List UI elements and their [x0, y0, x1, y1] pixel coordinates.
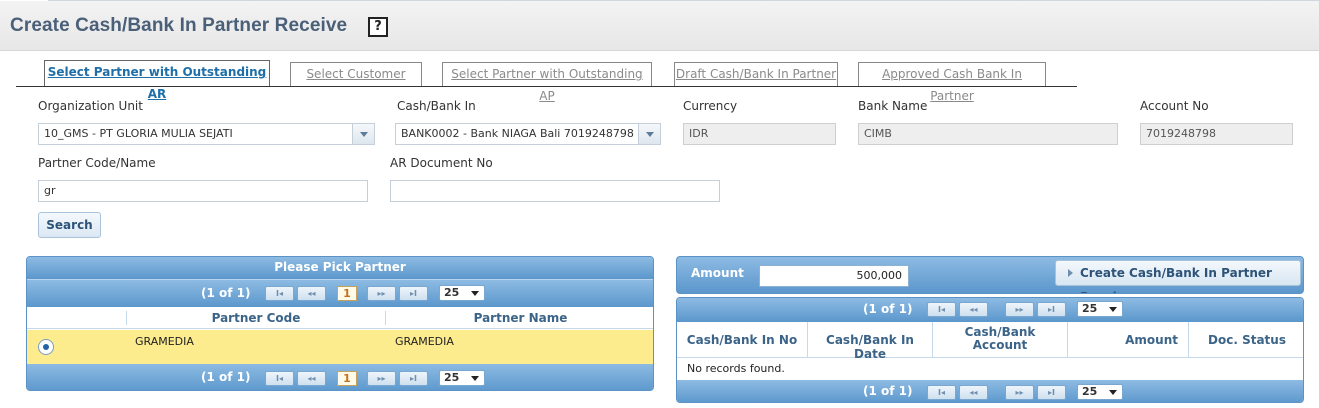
ar-doc-label: AR Document No	[390, 156, 493, 170]
search-button[interactable]: Search	[38, 212, 101, 238]
amount-input[interactable]: 500,000	[759, 265, 909, 287]
chevron-down-icon[interactable]	[638, 124, 660, 144]
next-page-icon[interactable]: ▸▸	[1005, 302, 1034, 317]
first-page-icon[interactable]: I◂	[927, 302, 956, 317]
page-number[interactable]: 1	[337, 371, 357, 386]
partner-pager-top: (1 of 1) I◂ ◂◂ 1 ▸▸ ▸I 25	[27, 279, 653, 307]
last-page-icon[interactable]: ▸I	[1037, 302, 1066, 317]
create-receive-button[interactable]: Create Cash/Bank In Partner Receive	[1055, 260, 1301, 293]
create-receive-label: Create Cash/Bank In Partner Receive	[1080, 266, 1272, 293]
prev-page-icon[interactable]: ◂◂	[297, 371, 326, 386]
column-cash-bank-account[interactable]: Cash/Bank Account	[932, 322, 1067, 358]
page-title: Create Cash/Bank In Partner Receive	[10, 15, 348, 36]
column-partner-code[interactable]: Partner Code	[126, 311, 385, 325]
last-page-icon[interactable]: ▸I	[399, 286, 428, 301]
partner-label: Partner Code/Name	[38, 156, 156, 170]
column-cash-bank-date[interactable]: Cash/Bank In Date	[807, 322, 932, 361]
account-no-field: 7019248798	[1140, 123, 1293, 145]
column-cash-bank-no[interactable]: Cash/Bank In No	[677, 333, 807, 347]
column-amount[interactable]: Amount	[1067, 322, 1188, 358]
tab-approved-cash-bank[interactable]: Approved Cash Bank In Partner	[858, 62, 1046, 103]
per-page-select[interactable]: 25	[1077, 384, 1123, 400]
page-number[interactable]: 1	[337, 286, 357, 301]
org-unit-value: 10_GMS - PT GLORIA MULIA SEJATI	[44, 127, 233, 140]
per-page-select[interactable]: 25	[439, 370, 485, 386]
partner-input[interactable]: gr	[38, 180, 368, 202]
pager-info: (1 of 1)	[201, 370, 251, 384]
partner-table-header: Partner Code Partner Name	[27, 307, 653, 329]
chevron-down-icon[interactable]	[352, 124, 374, 144]
prev-page-icon[interactable]: ◂◂	[959, 385, 988, 400]
partner-panel-header: Please Pick Partner	[27, 257, 653, 279]
first-page-icon[interactable]: I◂	[927, 385, 956, 400]
next-page-icon[interactable]: ▸▸	[367, 371, 396, 386]
per-page-select[interactable]: 25	[1077, 301, 1123, 317]
last-page-icon[interactable]: ▸I	[399, 371, 428, 386]
tab-draft-cash-bank[interactable]: Draft Cash/Bank In Partner	[674, 62, 838, 86]
partner-name-cell: GRAMEDIA	[395, 335, 454, 348]
ar-doc-input[interactable]	[390, 180, 720, 202]
cash-bank-combo[interactable]: BANK0002 - Bank NIAGA Bali 7019248798	[395, 123, 661, 145]
first-page-icon[interactable]: I◂	[265, 371, 294, 386]
cash-bank-label: Cash/Bank In	[397, 99, 476, 113]
cash-bank-value: BANK0002 - Bank NIAGA Bali 7019248798	[401, 127, 634, 140]
next-page-icon[interactable]: ▸▸	[1005, 385, 1034, 400]
next-page-icon[interactable]: ▸▸	[367, 286, 396, 301]
per-page-select[interactable]: 25	[439, 285, 485, 301]
receive-panel: (1 of 1) I◂ ◂◂ ▸▸ ▸I 25 Cash/Bank In No …	[676, 297, 1304, 403]
partner-panel: Please Pick Partner (1 of 1) I◂ ◂◂ 1 ▸▸ …	[26, 256, 654, 391]
pager-info: (1 of 1)	[863, 302, 913, 316]
currency-field: IDR	[683, 123, 836, 145]
tab-select-partner-ar[interactable]: Select Partner with Outstanding AR	[44, 60, 270, 101]
bank-name-field: CIMB	[858, 123, 1118, 145]
receive-table-header: Cash/Bank In No Cash/Bank In Date Cash/B…	[677, 322, 1303, 361]
last-page-icon[interactable]: ▸I	[1037, 385, 1066, 400]
prev-page-icon[interactable]: ◂◂	[959, 302, 988, 317]
row-radio[interactable]	[38, 339, 54, 355]
receive-pager-top: (1 of 1) I◂ ◂◂ ▸▸ ▸I 25	[677, 298, 1303, 322]
help-icon[interactable]: ?	[368, 17, 388, 37]
partner-panel-title: Please Pick Partner	[274, 260, 406, 274]
tab-select-customer[interactable]: Select Customer	[290, 62, 422, 86]
table-row[interactable]: GRAMEDIA GRAMEDIA	[27, 330, 653, 364]
column-doc-status[interactable]: Doc. Status	[1188, 322, 1303, 358]
amount-toolbar: Amount 500,000 Create Cash/Bank In Partn…	[676, 256, 1304, 294]
bank-name-label: Bank Name	[858, 99, 928, 113]
page-header: Create Cash/Bank In Partner Receive ?	[0, 1, 1319, 51]
first-page-icon[interactable]: I◂	[265, 286, 294, 301]
partner-pager-bottom: (1 of 1) I◂ ◂◂ 1 ▸▸ ▸I 25	[27, 364, 653, 390]
account-no-label: Account No	[1140, 99, 1209, 113]
receive-pager-bottom: (1 of 1) I◂ ◂◂ ▸▸ ▸I 25	[677, 380, 1303, 402]
partner-code-cell: GRAMEDIA	[135, 335, 194, 348]
select-column-header	[27, 307, 126, 329]
prev-page-icon[interactable]: ◂◂	[297, 286, 326, 301]
org-unit-combo[interactable]: 10_GMS - PT GLORIA MULIA SEJATI	[38, 123, 375, 145]
org-unit-label: Organization Unit	[38, 99, 143, 113]
currency-label: Currency	[683, 99, 738, 113]
amount-label: Amount	[691, 266, 744, 280]
column-partner-name[interactable]: Partner Name	[385, 311, 653, 325]
empty-message: No records found.	[687, 362, 785, 375]
pager-info: (1 of 1)	[863, 384, 913, 398]
play-icon	[1068, 269, 1073, 277]
tab-select-partner-ap[interactable]: Select Partner with Outstanding AP	[442, 62, 652, 103]
pager-info: (1 of 1)	[201, 286, 251, 300]
